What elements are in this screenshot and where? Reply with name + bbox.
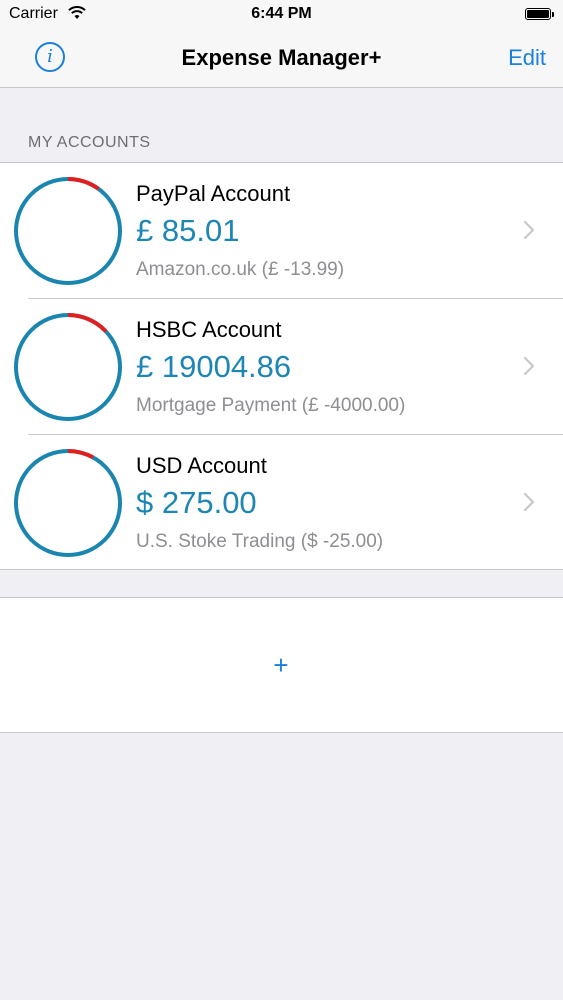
balance-ring-icon bbox=[14, 449, 122, 557]
balance-ring-icon bbox=[14, 313, 122, 421]
add-account-button[interactable]: + bbox=[266, 650, 296, 680]
account-last-transaction: Amazon.co.uk (£ -13.99) bbox=[136, 259, 345, 280]
account-row-usd[interactable]: USD Account $ 275.00 U.S. Stoke Trading … bbox=[0, 435, 563, 571]
add-account-panel: + bbox=[0, 597, 563, 733]
chevron-right-icon bbox=[523, 220, 535, 240]
chevron-right-icon bbox=[523, 356, 535, 376]
account-balance: £ 85.01 bbox=[136, 213, 240, 248]
navigation-bar: i Expense Manager+ Edit bbox=[0, 30, 563, 88]
account-balance: £ 19004.86 bbox=[136, 349, 292, 384]
edit-button[interactable]: Edit bbox=[508, 45, 546, 71]
account-last-transaction: Mortgage Payment (£ -4000.00) bbox=[136, 395, 406, 416]
chevron-right-icon bbox=[523, 492, 535, 512]
page-title: Expense Manager+ bbox=[181, 45, 382, 70]
account-name: USD Account bbox=[136, 453, 267, 478]
account-balance: $ 275.00 bbox=[136, 485, 257, 520]
account-last-transaction: U.S. Stoke Trading ($ -25.00) bbox=[136, 531, 384, 552]
accounts-list: PayPal Account £ 85.01 Amazon.co.uk (£ -… bbox=[0, 162, 563, 570]
section-header-my-accounts: MY ACCOUNTS bbox=[28, 134, 151, 151]
account-row-hsbc[interactable]: HSBC Account £ 19004.86 Mortgage Payment… bbox=[0, 299, 563, 435]
status-time: 6:44 PM bbox=[251, 5, 312, 22]
account-row-paypal[interactable]: PayPal Account £ 85.01 Amazon.co.uk (£ -… bbox=[0, 163, 563, 299]
balance-ring-icon bbox=[14, 177, 122, 285]
status-bar: Carrier 6:44 PM bbox=[0, 0, 563, 30]
account-name: HSBC Account bbox=[136, 317, 282, 342]
battery-icon bbox=[525, 8, 554, 20]
account-name: PayPal Account bbox=[136, 181, 291, 206]
